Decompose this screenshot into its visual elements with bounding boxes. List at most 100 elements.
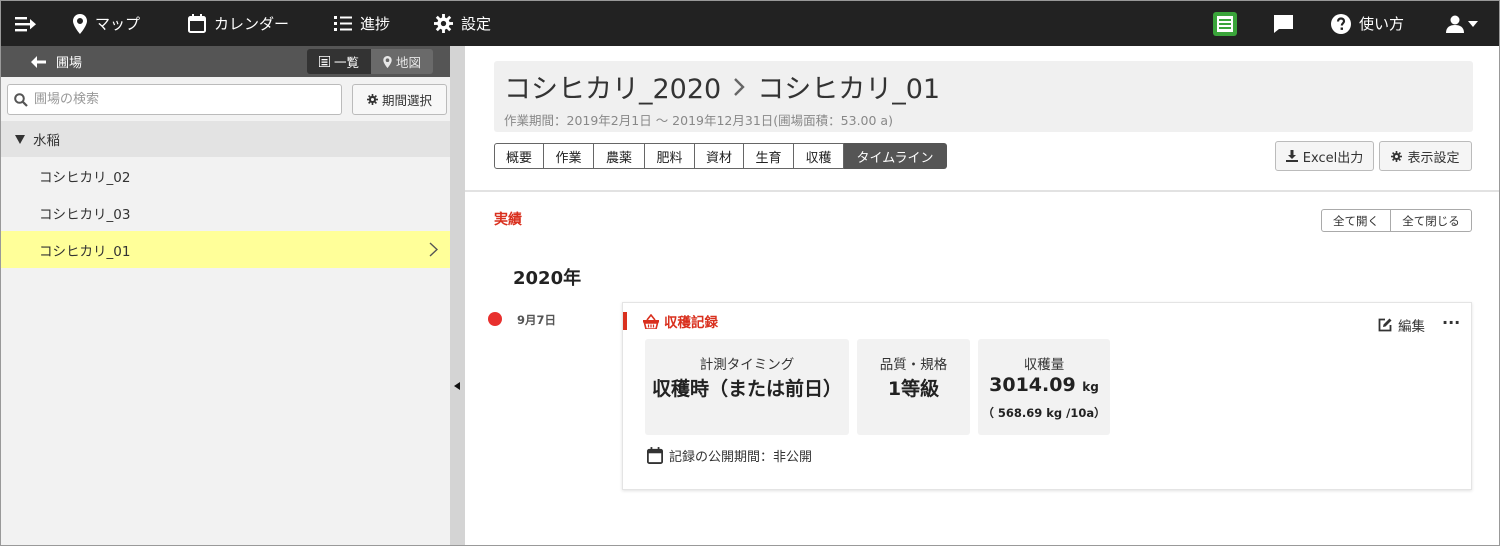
triangle-down-icon [15,134,25,144]
tab-growth[interactable]: 生育 [744,143,794,169]
download-icon [1285,150,1298,162]
breadcrumb: コシヒカリ_2020 コシヒカリ_01 [504,67,940,106]
nav-help-label: 使い方 [1359,15,1405,33]
gear-icon [434,14,453,33]
calendar-icon [188,14,206,33]
display-settings-label: 表示設定 [1407,150,1460,166]
speech-bubble-icon [1274,14,1293,33]
harvest-amount-value-row: 3014.09 kg [978,374,1110,396]
top-nav: マップ カレンダー 進捗 設定 使い方 [1,1,1499,46]
card-accent-bar [623,312,627,330]
harvest-amount-value: 3014.09 [989,374,1076,396]
view-list-toggle[interactable]: 一覧 [307,49,371,74]
collapse-arrow-icon[interactable] [454,382,460,390]
group-label: 水稲 [33,133,60,149]
measure-timing-label: 計測タイミング [699,357,795,373]
chevron-right-icon [429,242,438,257]
tab-work[interactable]: 作業 [544,143,594,169]
sidebar-header: 圃場 一覧 地図 [1,46,450,77]
user-icon [1446,15,1464,33]
view-map-label: 地図 [395,55,421,70]
panel-splitter[interactable] [450,46,465,545]
edit-label: 編集 [1398,319,1425,335]
arrow-left-icon [31,55,46,68]
field-item-label: コシヒカリ_03 [39,206,131,223]
measure-timing-value: 収穫時（または前日） [651,378,842,400]
main-content: コシヒカリ_2020 コシヒカリ_01 作業期間：2019年2月1日 〜 201… [465,46,1499,545]
timeline-dot [488,312,502,326]
menu-toggle-button[interactable] [15,1,37,46]
group-rice[interactable]: 水稲 [1,121,450,157]
display-settings-button[interactable]: 表示設定 [1379,141,1472,171]
quality-grade-label: 品質・規格 [879,357,948,373]
expand-all-button[interactable]: 全て開く [1321,209,1391,232]
back-label: 圃場 [56,56,83,71]
public-period: 記録の公開期間：非公開 [647,446,812,465]
search-icon [14,92,28,107]
collapse-all-button[interactable]: 全て閉じる [1390,209,1472,232]
tab-overview[interactable]: 概要 [494,143,544,169]
breadcrumb-current: コシヒカリ_01 [757,74,941,105]
nav-help[interactable]: 使い方 [1331,1,1404,46]
harvest-record-card: 収穫記録 編集 ··· 計測タイミング 収穫時（または前日） 品質・規格 1等級… [622,302,1472,490]
timeline-date: 9月7日 [517,313,557,327]
sidebar-item-field-selected[interactable]: コシヒカリ_01 [1,231,450,268]
tab-pesticide[interactable]: 農薬 [594,143,645,169]
tab-materials[interactable]: 資材 [695,143,744,169]
sidebar-item-field[interactable]: コシヒカリ_02 [1,157,450,194]
caret-down-icon [1468,20,1478,27]
more-options-button[interactable]: ··· [1442,313,1460,332]
back-button[interactable]: 圃場 [31,46,82,77]
tab-bar: 概要 作業 農薬 肥料 資材 生育 収穫 タイムライン [494,143,947,169]
work-period-text: 作業期間：2019年2月1日 〜 2019年12月31日(圃場面積：53.00 … [504,113,893,128]
nav-map[interactable]: マップ [73,1,140,46]
view-map-toggle[interactable]: 地図 [371,49,433,74]
harvest-amount-box: 収穫量 3014.09 kg （ 568.69 kg /10a） [978,339,1110,435]
field-search-input[interactable] [34,85,334,114]
calendar-icon [647,447,663,464]
nav-calendar-label: カレンダー [214,15,290,33]
gear-icon [366,94,378,105]
tab-harvest[interactable]: 収穫 [794,143,844,169]
excel-export-button[interactable]: Excel出力 [1275,141,1374,171]
green-badge-button[interactable] [1213,1,1237,46]
tab-timeline[interactable]: タイムライン [844,143,947,169]
menu-arrow-icon [15,16,36,31]
measure-timing-box: 計測タイミング 収穫時（または前日） [645,339,849,435]
nav-calendar[interactable]: カレンダー [188,1,289,46]
period-select-label: 期間選択 [381,93,432,108]
section-title-results: 実績 [494,212,522,228]
gear-icon [1391,150,1403,162]
edit-icon [1378,318,1392,332]
edit-button[interactable]: 編集 [1378,315,1425,335]
field-item-label: コシヒカリ_02 [39,169,131,186]
chevron-right-icon [734,77,745,96]
card-title-label: 収穫記録 [664,315,718,331]
nav-progress[interactable]: 進捗 [334,1,390,46]
public-period-label: 記録の公開期間：非公開 [669,450,813,465]
card-title: 収穫記録 [643,311,718,331]
nav-settings[interactable]: 設定 [434,1,491,46]
tab-fertilizer[interactable]: 肥料 [645,143,695,169]
field-search-box [7,84,342,115]
user-menu-button[interactable] [1446,1,1479,46]
question-icon [1331,13,1351,34]
harvest-amount-unit: kg [1082,380,1099,394]
field-item-label: コシヒカリ_01 [39,243,131,260]
message-button[interactable] [1273,1,1294,46]
period-select-button[interactable]: 期間選択 [352,84,447,115]
app-window: マップ カレンダー 進捗 設定 使い方 圃場 一覧 地図 圃場の検索 期間選択 … [0,0,1500,546]
list-icon [318,56,330,67]
checklist-icon [334,16,352,31]
breadcrumb-parent[interactable]: コシヒカリ_2020 [504,67,721,106]
map-pin-icon [73,13,87,34]
header-panel: コシヒカリ_2020 コシヒカリ_01 作業期間：2019年2月1日 〜 201… [494,61,1473,132]
nav-settings-label: 設定 [461,15,492,33]
quality-grade-box: 品質・規格 1等級 [857,339,970,435]
excel-export-label: Excel出力 [1302,150,1364,166]
nav-map-label: マップ [95,15,141,33]
harvest-amount-label: 収穫量 [1023,357,1065,373]
quality-grade-value: 1等級 [887,378,940,400]
nav-progress-label: 進捗 [360,15,391,33]
sidebar-item-field[interactable]: コシヒカリ_03 [1,194,450,231]
